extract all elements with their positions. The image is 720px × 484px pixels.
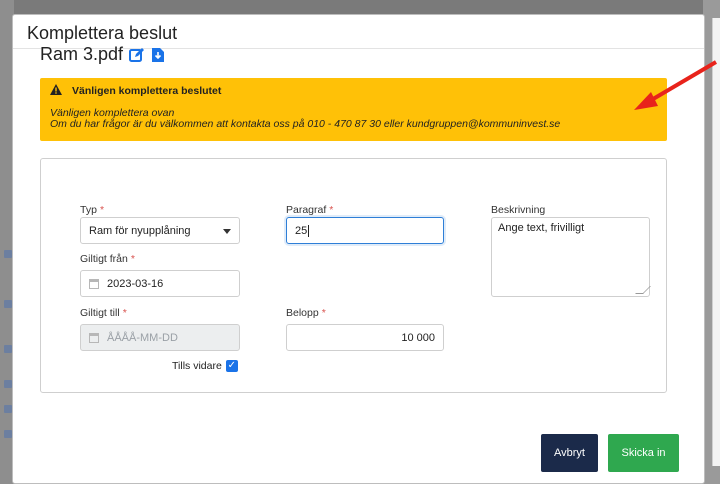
file-name: Ram 3.pdf xyxy=(40,44,124,64)
beskrivning-textarea[interactable]: Ange text, frivilligt xyxy=(491,217,651,297)
giltigt-fran-label: Giltigt från * xyxy=(80,253,135,265)
alert-line-2: Om du har frågor är du välkommen att kon… xyxy=(50,118,561,130)
beskrivning-label: Beskrivning xyxy=(491,204,546,216)
warning-icon xyxy=(50,84,62,98)
giltigt-till-placeholder: ÅÅÅÅ-MM-DD xyxy=(107,331,178,344)
edit-icon[interactable] xyxy=(129,47,145,63)
modal-title: Komplettera beslut xyxy=(27,23,178,43)
file-row: Ram 3.pdf xyxy=(40,44,167,65)
typ-label: Typ * xyxy=(80,204,105,216)
beskrivning-placeholder: Ange text, frivilligt xyxy=(498,222,585,234)
submit-button[interactable]: Skicka in xyxy=(608,434,679,472)
paragraf-value: 25 xyxy=(295,224,308,237)
belopp-label: Belopp * xyxy=(286,307,326,319)
chevron-down-icon xyxy=(223,229,231,234)
calendar-icon xyxy=(89,278,99,289)
download-icon[interactable] xyxy=(151,47,167,63)
giltigt-till-date-input[interactable]: ÅÅÅÅ-MM-DD xyxy=(80,324,240,351)
cancel-button[interactable]: Avbryt xyxy=(541,434,598,472)
warning-alert: Vänligen komplettera beslutet Vänligen k… xyxy=(40,78,667,141)
tills-vidare-label: Tills vidare xyxy=(172,360,222,372)
paragraf-input[interactable]: 25 xyxy=(286,217,444,244)
background-page-right xyxy=(703,0,720,484)
text-cursor xyxy=(308,224,310,237)
background-side-panel xyxy=(712,18,720,466)
giltigt-fran-date-input[interactable]: 2023-03-16 xyxy=(80,270,240,297)
giltigt-till-label: Giltigt till * xyxy=(80,307,127,319)
alert-heading: Vänligen komplettera beslutet xyxy=(72,85,222,97)
tills-vidare-row: Tills vidare ✓ xyxy=(160,360,238,372)
belopp-input[interactable]: 10 000 xyxy=(286,324,444,351)
belopp-value: 10 000 xyxy=(401,331,435,344)
typ-select[interactable]: Ram för nyupplåning xyxy=(80,217,240,244)
resize-handle[interactable] xyxy=(635,286,651,294)
tills-vidare-checkbox[interactable]: ✓ xyxy=(225,360,238,372)
typ-select-value: Ram för nyupplåning xyxy=(89,224,191,237)
checkmark-icon: ✓ xyxy=(227,360,236,371)
calendar-icon xyxy=(89,332,99,343)
paragraf-label: Paragraf * xyxy=(286,204,334,216)
giltigt-fran-value: 2023-03-16 xyxy=(107,277,164,290)
